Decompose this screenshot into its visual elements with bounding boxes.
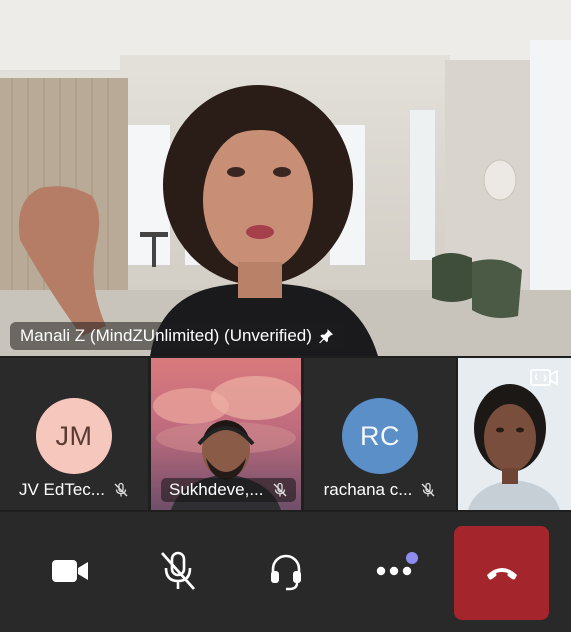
toggle-mic-button[interactable]	[138, 528, 218, 614]
main-participant-label: Manali Z (MindZUnlimited) (Unverified)	[10, 322, 344, 350]
participant-name: Sukhdeve,...	[169, 480, 264, 499]
participant-label: rachana c...	[304, 478, 456, 502]
avatar: RC	[342, 398, 418, 474]
mic-off-icon	[114, 482, 128, 497]
mic-off-icon	[421, 482, 435, 497]
headset-icon	[271, 554, 301, 591]
camera-icon	[52, 560, 88, 582]
main-participant-name: Manali Z (MindZUnlimited) (Unverified)	[20, 326, 312, 345]
toggle-camera-button[interactable]	[30, 528, 110, 614]
more-options-icon	[376, 566, 412, 576]
participant-name: rachana c...	[323, 480, 413, 499]
notification-badge	[406, 552, 418, 564]
participant-name: JV EdTec...	[19, 480, 105, 499]
audio-output-button[interactable]	[246, 528, 326, 614]
self-view-tile[interactable]	[458, 358, 571, 510]
call-controls-bar	[0, 512, 571, 632]
main-video-feed	[0, 0, 571, 356]
participant-tile-sukhdeve[interactable]: Sukhdeve,...	[151, 358, 301, 510]
mic-off-icon	[273, 482, 287, 497]
avatar: JM	[36, 398, 112, 474]
main-video-tile[interactable]: Manali Z (MindZUnlimited) (Unverified)	[0, 0, 571, 356]
participant-tile-jv[interactable]: JM JV EdTec...	[0, 358, 148, 510]
participant-strip: JM JV EdTec... Sukhdeve,... RC rachana c…	[0, 356, 571, 512]
more-options-button[interactable]	[354, 528, 434, 614]
participant-label: JV EdTec...	[0, 478, 148, 502]
switch-camera-icon[interactable]	[529, 364, 559, 392]
participant-tile-rachana[interactable]: RC rachana c...	[304, 358, 456, 510]
hang-up-button[interactable]	[454, 526, 549, 620]
mic-off-icon	[160, 551, 196, 590]
participant-label: Sukhdeve,...	[161, 478, 296, 502]
end-call-icon	[486, 568, 517, 580]
pin-icon	[319, 329, 333, 344]
